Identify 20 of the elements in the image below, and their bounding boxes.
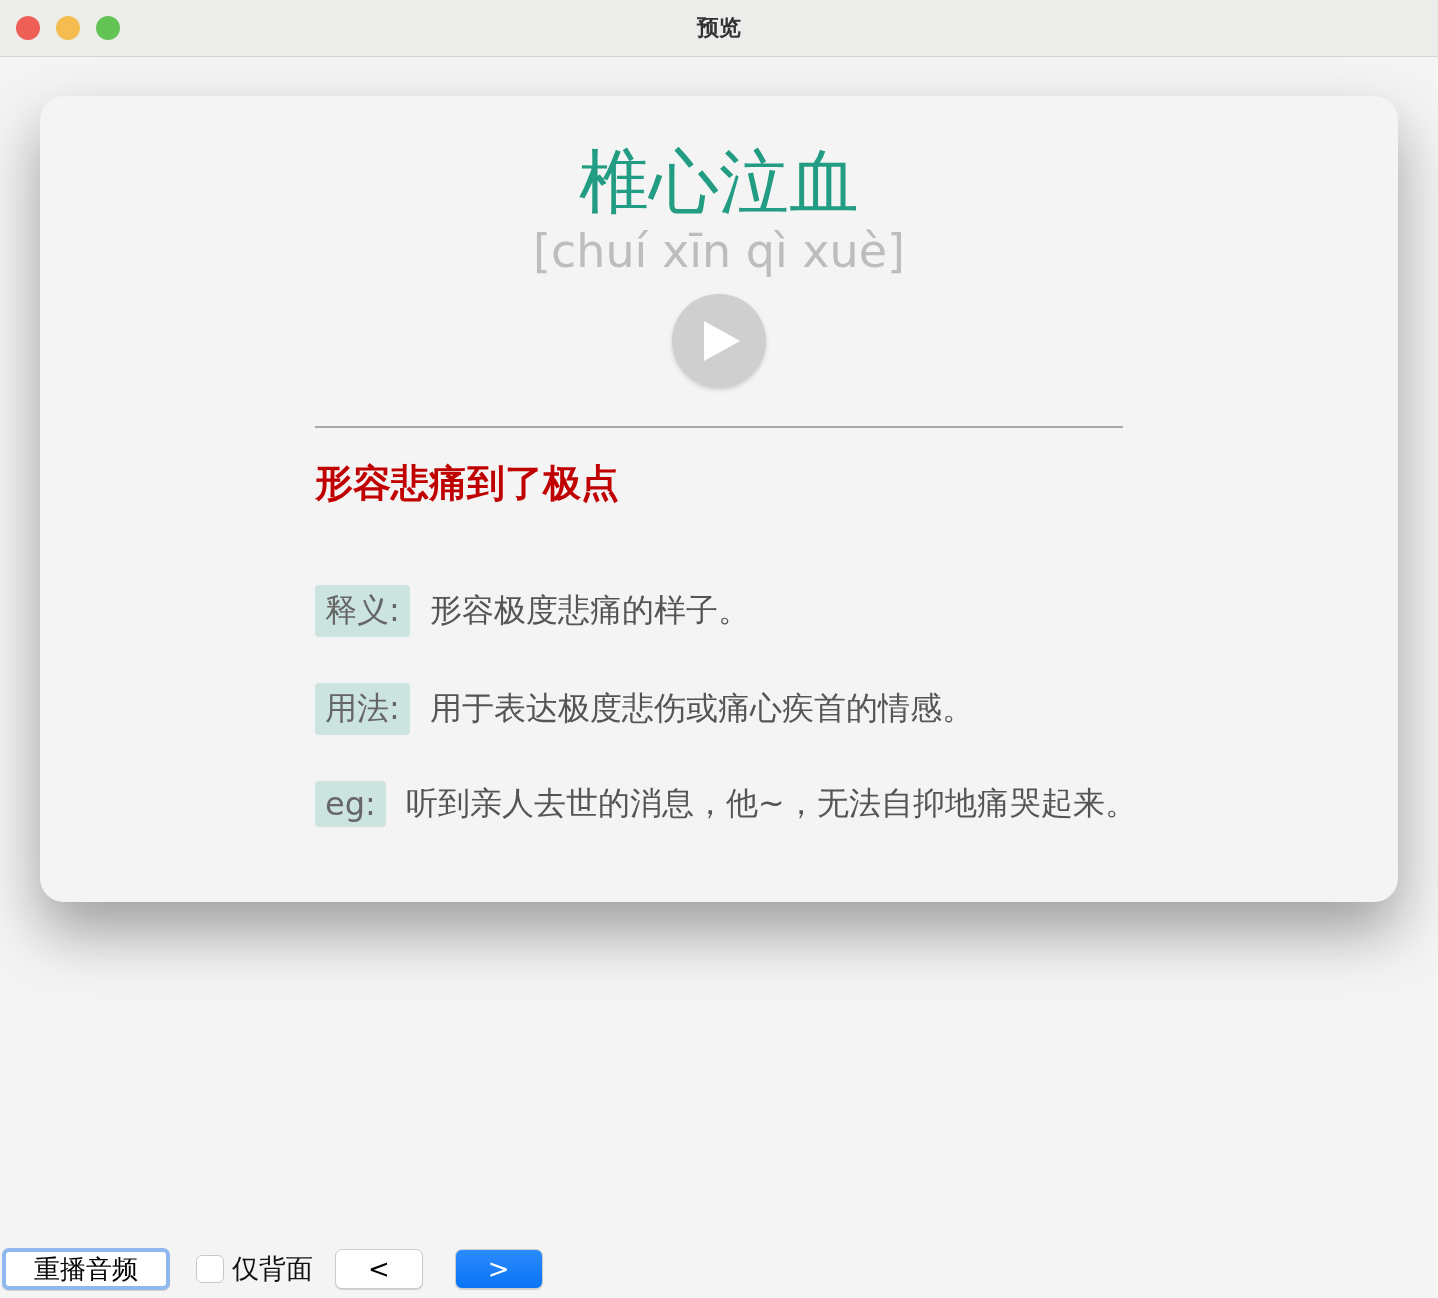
next-button[interactable]: > <box>454 1249 543 1289</box>
play-icon <box>704 321 740 361</box>
minimize-icon[interactable] <box>56 16 80 40</box>
idiom-title: 椎心泣血 <box>579 140 859 224</box>
entry-text: 用于表达极度悲伤或痛心疾首的情感。 <box>429 688 974 729</box>
checkbox-label: 仅背面 <box>232 1252 313 1286</box>
close-icon[interactable] <box>16 16 40 40</box>
entry-text: 听到亲人去世的消息，他~，无法自抑地痛哭起来。 <box>405 783 1137 824</box>
previous-button[interactable]: < <box>335 1249 423 1289</box>
entry-label: 用法: <box>315 683 410 735</box>
entry-label: 释义: <box>315 585 410 637</box>
window-title: 预览 <box>697 15 741 40</box>
back-only-checkbox[interactable]: 仅背面 <box>196 1251 313 1287</box>
entry-text: 形容极度悲痛的样子。 <box>429 590 750 631</box>
zoom-icon[interactable] <box>96 16 120 40</box>
summary-text: 形容悲痛到了极点 <box>315 459 620 507</box>
checkbox-square[interactable] <box>196 1255 224 1283</box>
play-button[interactable] <box>672 294 766 388</box>
replay-audio-button[interactable]: 重播音频 <box>2 1248 170 1290</box>
entry-label: eg: <box>315 781 386 827</box>
